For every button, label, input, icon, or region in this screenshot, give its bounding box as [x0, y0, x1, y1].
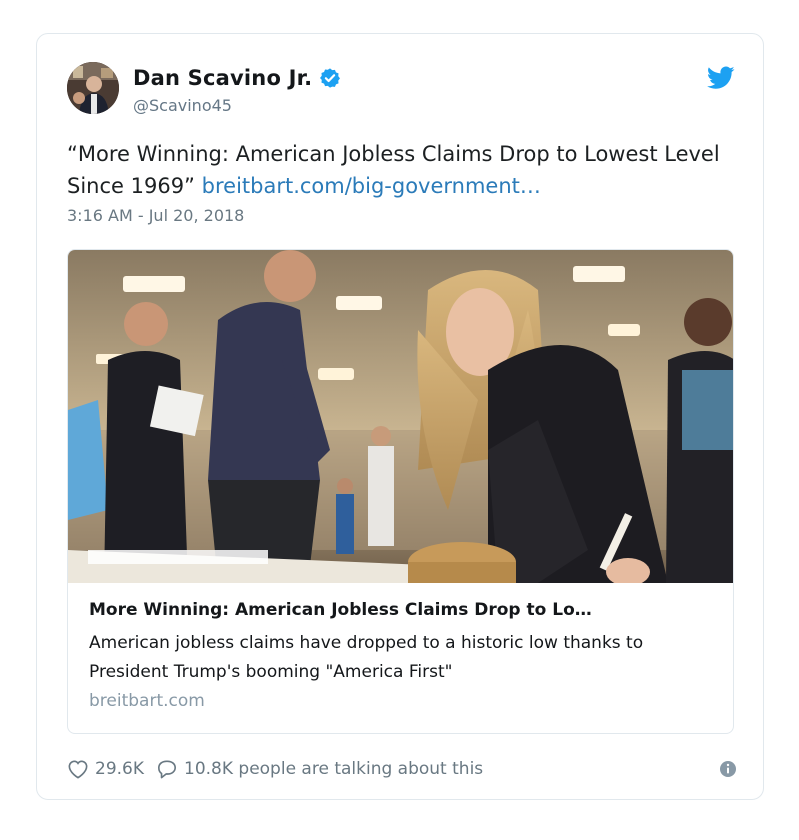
tweet-timestamp[interactable]: 3:16 AM - Jul 20, 2018 — [67, 206, 244, 225]
conversation-count: 10.8K people are talking about this — [184, 759, 484, 779]
card-domain: breitbart.com — [89, 691, 205, 711]
info-icon[interactable] — [719, 760, 737, 778]
card-image[interactable] — [68, 250, 733, 583]
author-handle[interactable]: @Scavino45 — [133, 96, 232, 115]
like-count: 29.6K — [95, 759, 144, 779]
card-title[interactable]: More Winning: American Jobless Claims Dr… — [89, 600, 719, 620]
tweet-text: “More Winning: American Jobless Claims D… — [67, 138, 737, 202]
verified-badge-icon — [320, 68, 341, 88]
author-name-row[interactable]: Dan Scavino Jr. — [133, 66, 341, 90]
link-card[interactable]: More Winning: American Jobless Claims Dr… — [67, 249, 734, 734]
heart-icon — [68, 760, 88, 779]
twitter-bird-icon[interactable] — [707, 66, 735, 90]
tweet-footer: 29.6K 10.8K people are talking about thi… — [67, 756, 737, 782]
embedded-tweet: Dan Scavino Jr. @Scavino45 “More Winning… — [36, 33, 764, 800]
speech-bubble-icon — [158, 760, 176, 779]
tweet-link[interactable]: breitbart.com/big-government… — [202, 174, 541, 198]
card-description: American jobless claims have dropped to … — [89, 633, 644, 682]
author-name[interactable]: Dan Scavino Jr. — [133, 66, 312, 90]
tweet-header: Dan Scavino Jr. @Scavino45 — [67, 62, 735, 118]
reply-button[interactable]: 10.8K people are talking about this — [156, 759, 483, 779]
avatar[interactable] — [67, 62, 119, 114]
like-button[interactable]: 29.6K — [67, 759, 144, 779]
